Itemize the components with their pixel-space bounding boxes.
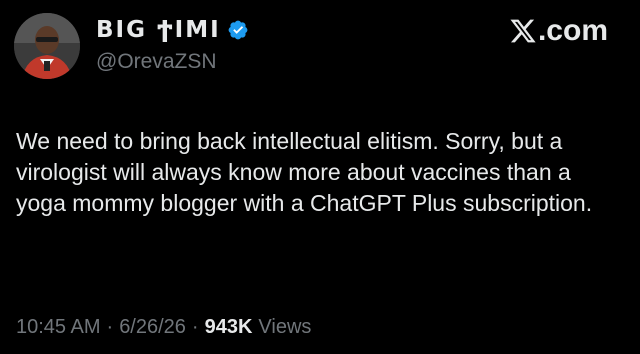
display-name[interactable]: BIG ϮIMI bbox=[96, 17, 221, 43]
tweet-time[interactable]: 10:45 AM bbox=[16, 316, 101, 339]
tweet-text: We need to bring back intellectual eliti… bbox=[16, 128, 593, 216]
meta-separator: · bbox=[191, 316, 199, 338]
brand-domain: .com bbox=[537, 14, 608, 47]
x-logo-icon bbox=[509, 17, 537, 45]
tweet-date[interactable]: 6/26/26 bbox=[119, 316, 186, 339]
user-handle[interactable]: @OrevaZSN bbox=[96, 50, 249, 74]
tweet-meta: 10:45 AM · 6/26/26 · 943K Views bbox=[16, 316, 311, 339]
author-block: BIG ϮIMI @OrevaZSN bbox=[96, 14, 249, 74]
name-row: BIG ϮIMI bbox=[96, 14, 249, 46]
views-label: Views bbox=[258, 316, 312, 338]
avatar[interactable] bbox=[14, 13, 80, 79]
tweet-card: BIG ϮIMI @OrevaZSN .com We need to bring… bbox=[0, 0, 640, 354]
brand-logo: .com bbox=[509, 14, 608, 48]
verified-badge-icon bbox=[227, 19, 249, 41]
avatar-image bbox=[14, 13, 80, 79]
meta-separator: · bbox=[106, 316, 114, 338]
views-count[interactable]: 943K bbox=[205, 316, 253, 339]
